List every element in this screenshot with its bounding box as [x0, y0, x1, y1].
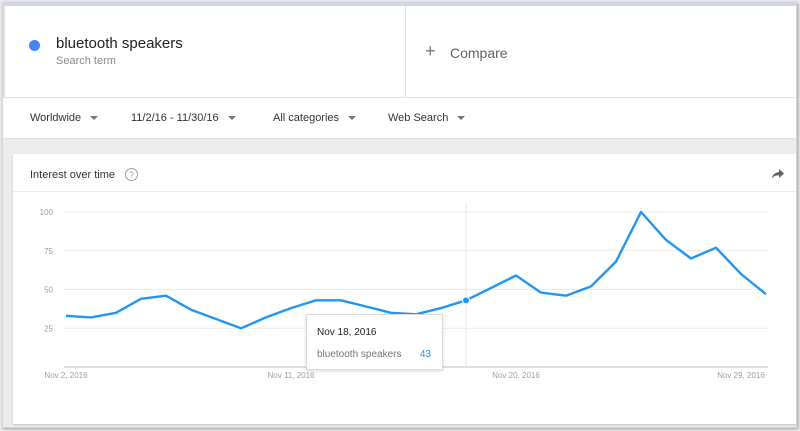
- x-tick-label: Nov 29, 2016: [717, 371, 765, 380]
- search-term-subtitle: Search term: [56, 55, 116, 67]
- plus-icon: +: [425, 41, 436, 61]
- region-dropdown[interactable]: Worldwide: [30, 112, 99, 124]
- term-color-dot: [29, 40, 40, 51]
- data-tooltip: Nov 18, 2016 bluetooth speakers 43: [306, 314, 443, 370]
- data-point: [739, 272, 744, 277]
- tooltip-value: 43: [419, 349, 431, 360]
- category-label: All categories: [273, 112, 340, 124]
- data-point: [539, 290, 544, 295]
- data-point: [189, 307, 194, 312]
- data-point: [514, 273, 519, 278]
- chevron-down-icon: [90, 116, 99, 120]
- data-point: [439, 306, 444, 311]
- data-point: [339, 298, 344, 303]
- y-tick-label: 50: [44, 286, 53, 295]
- data-point: [564, 293, 569, 298]
- x-tick-label: Nov 11, 2016: [268, 371, 316, 380]
- data-point: [114, 310, 119, 315]
- data-point: [139, 296, 144, 301]
- search-header: bluetooth speakers Search term + Compare: [3, 6, 796, 97]
- data-point: [264, 315, 269, 320]
- data-point: [214, 316, 219, 321]
- x-tick-label: Nov 20, 2016: [492, 371, 540, 380]
- search-term-card[interactable]: bluetooth speakers Search term: [3, 6, 406, 97]
- date-range-label: 11/2/16 - 11/30/16: [131, 112, 219, 124]
- help-circle-icon[interactable]: ?: [125, 168, 138, 181]
- y-tick-label: 100: [40, 208, 54, 217]
- chevron-down-icon: [227, 116, 236, 120]
- chevron-down-icon: [457, 116, 466, 120]
- search-type-label: Web Search: [388, 112, 449, 124]
- trends-window: bluetooth speakers Search term + Compare…: [2, 2, 797, 428]
- data-point: [364, 304, 369, 309]
- x-tick-label: Nov 2, 2016: [44, 371, 88, 380]
- data-point: [64, 313, 69, 318]
- y-tick-label: 25: [44, 324, 53, 333]
- y-tick-label: 75: [44, 247, 53, 256]
- filter-bar: Worldwide 11/2/16 - 11/30/16 All categor…: [3, 97, 796, 139]
- category-dropdown[interactable]: All categories: [273, 112, 357, 124]
- region-label: Worldwide: [30, 112, 82, 124]
- search-type-dropdown[interactable]: Web Search: [388, 112, 466, 124]
- compare-label: Compare: [450, 45, 508, 61]
- data-point: [89, 315, 94, 320]
- data-point: [689, 256, 694, 261]
- data-point: [664, 237, 669, 242]
- search-term-name[interactable]: bluetooth speakers: [56, 35, 183, 52]
- card-header: Interest over time ?: [13, 154, 796, 192]
- tooltip-term: bluetooth speakers: [317, 349, 402, 360]
- data-point: [164, 293, 169, 298]
- data-point: [714, 245, 719, 250]
- data-point: [489, 285, 494, 290]
- series-line: [65, 210, 767, 330]
- data-point: [314, 298, 319, 303]
- data-point: [614, 259, 619, 264]
- compare-button[interactable]: + Compare: [406, 6, 796, 97]
- line-chart[interactable]: 25 50 75 100 Nov 2, 2016 Nov 11, 2016 Nov 20, …: [13, 192, 797, 424]
- data-point: [289, 306, 294, 311]
- data-point: [639, 210, 644, 215]
- interest-over-time-card: Interest over time ? 25 50 75 100 Nov 2, 201…: [13, 154, 797, 424]
- date-range-dropdown[interactable]: 11/2/16 - 11/30/16: [131, 112, 236, 124]
- card-title: Interest over time: [30, 169, 115, 181]
- share-icon[interactable]: [771, 167, 785, 185]
- chevron-down-icon: [348, 116, 357, 120]
- tooltip-date: Nov 18, 2016: [317, 327, 377, 338]
- data-point: [764, 292, 769, 297]
- data-point: [589, 284, 594, 289]
- data-point: [239, 326, 244, 331]
- hovered-data-point: [462, 296, 470, 305]
